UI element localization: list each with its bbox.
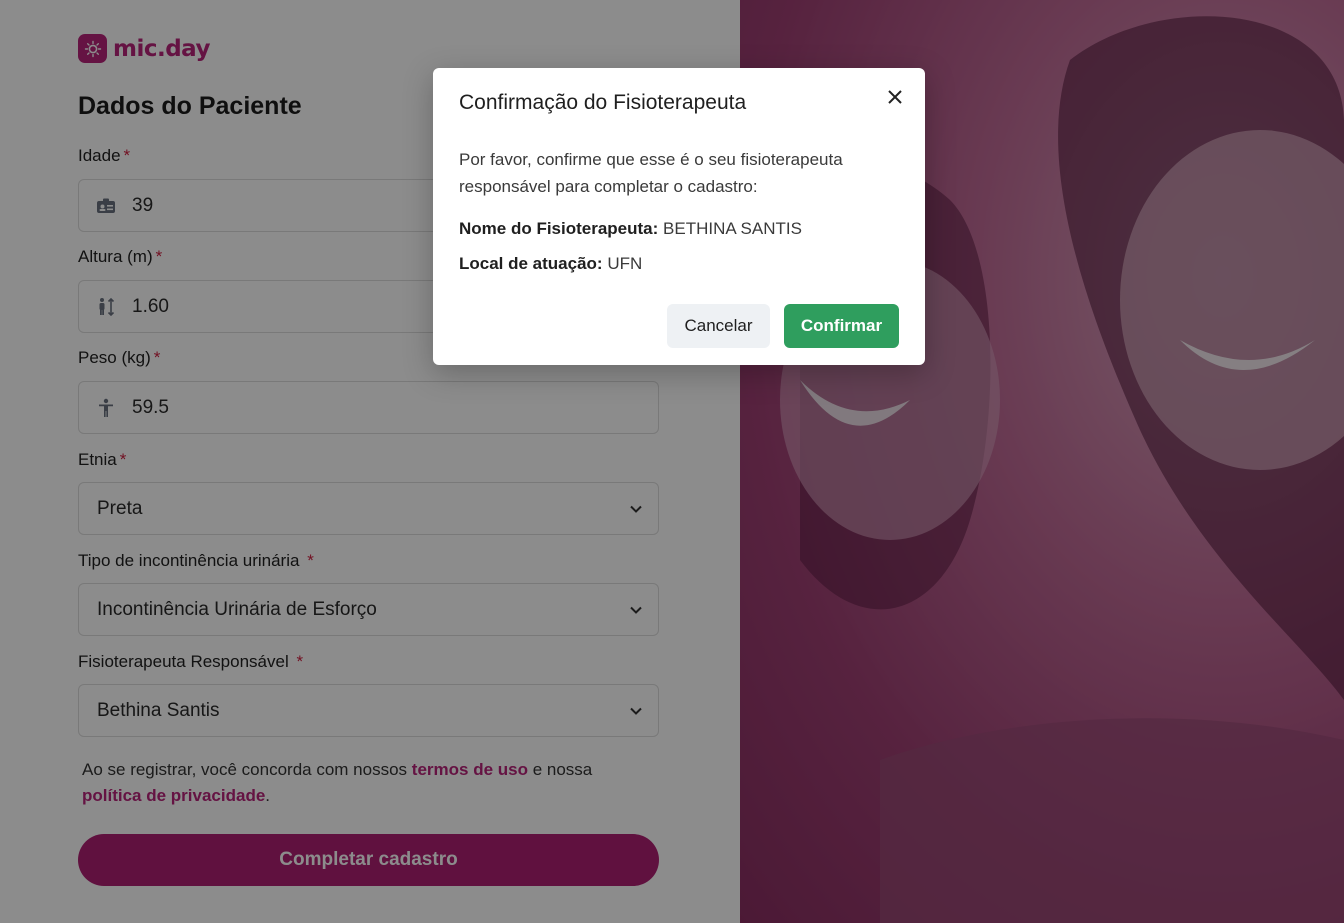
physio-location-label: Local de atuação: xyxy=(459,254,603,273)
dialog-message: Por favor, confirme que esse é o seu fis… xyxy=(459,150,843,196)
dialog-title: Confirmação do Fisioterapeuta xyxy=(459,91,747,114)
physio-name-value: BETHINA SANTIS xyxy=(663,219,802,238)
physio-name-row: Nome do Fisioterapeuta: BETHINA SANTIS xyxy=(459,219,802,239)
physio-location-value: UFN xyxy=(607,254,643,273)
confirm-button[interactable]: Confirmar xyxy=(784,304,899,348)
close-icon[interactable] xyxy=(883,85,907,109)
confirm-physio-dialog: Confirmação do Fisioterapeuta Por favor,… xyxy=(433,68,925,365)
physio-location-row: Local de atuação: UFN xyxy=(459,254,642,274)
physio-name-label: Nome do Fisioterapeuta: xyxy=(459,219,659,238)
cancel-button[interactable]: Cancelar xyxy=(667,304,770,348)
